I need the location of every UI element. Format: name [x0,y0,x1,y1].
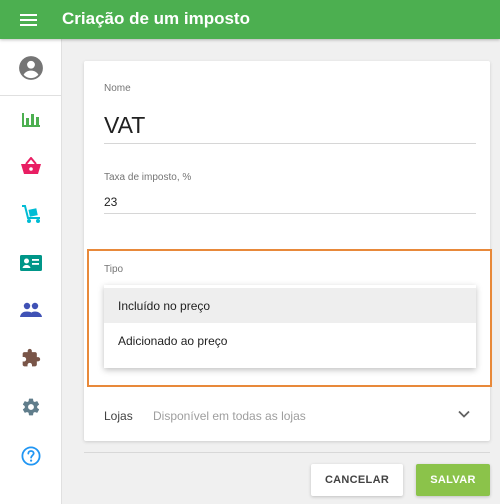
gear-icon[interactable] [0,387,62,427]
account-circle-icon[interactable] [0,48,62,88]
help-icon[interactable] [0,436,62,476]
save-button[interactable]: SALVAR [416,464,490,496]
sidebar [0,39,62,504]
chevron-down-icon[interactable] [457,409,471,419]
tax-rate-label: Taxa de imposto, % [104,172,192,183]
name-label: Nome [104,83,131,94]
contact-card-icon[interactable] [0,243,62,283]
people-icon[interactable] [0,290,62,330]
type-option-added[interactable]: Adicionado ao preço [104,323,476,358]
bar-chart-icon[interactable] [0,99,62,139]
dolly-cart-icon[interactable] [0,194,62,234]
puzzle-icon[interactable] [0,338,62,378]
page-title: Criação de um imposto [62,9,250,28]
type-label: Tipo [104,264,124,275]
tax-rate-input[interactable]: 23 [104,195,117,209]
name-underline [104,143,476,144]
stores-label: Lojas [104,409,133,423]
hamburger-menu-icon[interactable] [20,12,40,28]
sidebar-divider [0,95,62,96]
shopping-basket-icon[interactable] [0,146,62,186]
app-header: Criação de um imposto [0,0,500,39]
tax-rate-underline [104,213,476,214]
tax-form-card: Nome VAT Taxa de imposto, % 23 Tipo Loja… [84,61,490,441]
actions-divider [84,452,490,453]
type-option-included[interactable]: Incluído no preço [104,288,476,323]
type-dropdown-menu: Incluído no preço Adicionado ao preço [104,285,476,368]
cancel-button[interactable]: CANCELAR [311,464,403,496]
stores-value: Disponível em todas as lojas [153,409,306,423]
stores-select[interactable]: Lojas Disponível em todas as lojas [84,396,490,434]
name-input[interactable]: VAT [104,112,145,139]
